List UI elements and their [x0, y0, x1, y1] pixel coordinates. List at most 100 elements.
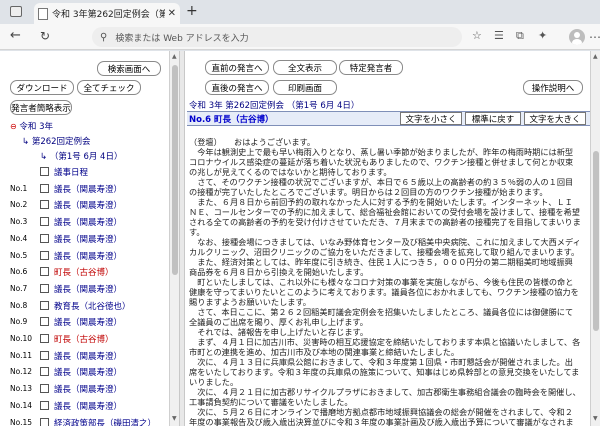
- speech-list-item[interactable]: No.11 議長（関晨寿澄）: [0, 349, 169, 365]
- extensions-icon[interactable]: ✦: [538, 29, 547, 42]
- speech-checkbox[interactable]: [40, 350, 49, 360]
- speech-checkbox[interactable]: [40, 283, 49, 293]
- speaker-simple-button[interactable]: 発言者簡略表示: [10, 100, 72, 115]
- scroll-up-icon[interactable]: ▲: [172, 53, 177, 60]
- scroll-down-icon[interactable]: ▼: [593, 415, 598, 422]
- speech-speaker-link[interactable]: 町長（古谷博）: [54, 266, 114, 278]
- speech-checkbox[interactable]: [40, 250, 49, 260]
- speech-checkbox[interactable]: [40, 200, 49, 210]
- speech-speaker-link[interactable]: 議長（関晨寿澄）: [54, 383, 122, 395]
- speech-list-pane: 検索画面へ ダウンロード 全てチェック 発言者簡略表示 ⊖ 令和 3年 ↳ 第2…: [0, 51, 169, 426]
- speech-speaker-link[interactable]: 議長（関晨寿澄）: [54, 216, 122, 228]
- tree-branch-icon: ↳: [22, 137, 30, 147]
- next-speech-button[interactable]: 直後の発言へ: [205, 80, 269, 95]
- speech-speaker-link[interactable]: 議長（関晨寿澄）: [54, 316, 122, 328]
- speech-checkbox[interactable]: [40, 417, 49, 426]
- scroll-up-icon[interactable]: ▲: [593, 53, 598, 60]
- speech-speaker-link[interactable]: 経済政策部長（磯田清之）: [54, 417, 156, 426]
- collapse-icon[interactable]: ⊖: [10, 122, 17, 131]
- speech-list-item[interactable]: No.9 議長（関晨寿澄）: [0, 315, 169, 331]
- speech-list-item[interactable]: No.4 議長（関晨寿澄）: [0, 232, 169, 248]
- speech-list-item[interactable]: No.15 経済政策部長（磯田清之）: [0, 416, 169, 426]
- tab-close-icon[interactable]: ✕: [168, 8, 176, 19]
- speech-checkbox[interactable]: [40, 183, 49, 193]
- prev-speech-button[interactable]: 直前の発言へ: [205, 60, 269, 75]
- search-icon: ⚲: [100, 31, 108, 43]
- right-scrollbar[interactable]: ▲ ▼: [590, 51, 600, 426]
- speech-list-item[interactable]: No.13 議長（関晨寿澄）: [0, 382, 169, 398]
- speech-list-item[interactable]: No.10 町長（古谷博）: [0, 332, 169, 348]
- speech-list-item[interactable]: No.8 教育長（北谷徳也）: [0, 299, 169, 315]
- page-content: 検索画面へ ダウンロード 全てチェック 発言者簡略表示 ⊖ 令和 3年 ↳ 第2…: [0, 51, 600, 426]
- more-menu-icon[interactable]: ⋯: [589, 30, 600, 44]
- address-placeholder: 検索または Web アドレスを入力: [115, 33, 249, 44]
- speech-checkbox[interactable]: [40, 400, 49, 410]
- window-menu-icon[interactable]: [10, 6, 22, 17]
- profile-avatar[interactable]: [569, 29, 585, 45]
- speech-list-item[interactable]: No.5 議長（関晨寿澄）: [0, 249, 169, 265]
- speech-checkbox[interactable]: [40, 167, 49, 176]
- download-button[interactable]: ダウンロード: [10, 80, 74, 95]
- speech-paragraph: なお、接種会場につきましては、いなみ野体育センター及び稲美中央病院、これに加えま…: [189, 237, 581, 257]
- tree-issue[interactable]: ↳ （第1号 6月 4日）: [40, 150, 122, 162]
- scroll-thumb[interactable]: [593, 151, 599, 331]
- speech-checkbox[interactable]: [40, 300, 49, 310]
- speech-speaker-link[interactable]: 議長（関晨寿澄）: [54, 199, 122, 211]
- speech-checkbox[interactable]: [40, 367, 49, 377]
- help-button[interactable]: 操作説明へ: [523, 80, 583, 95]
- address-bar[interactable]: ⚲ 検索または Web アドレスを入力: [92, 27, 462, 47]
- speech-paragraph: （登壇） おはようございます。: [189, 137, 316, 147]
- full-text-button[interactable]: 全文表示: [273, 60, 337, 75]
- font-standard-button[interactable]: 標準に戻す: [465, 112, 521, 125]
- scroll-thumb[interactable]: [172, 65, 178, 275]
- speech-speaker-link[interactable]: 議長（関晨寿澄）: [54, 233, 122, 245]
- speech-list-item[interactable]: No.6 町長（古谷博）: [0, 265, 169, 281]
- tree-session-label: 第262回定例会: [31, 137, 91, 147]
- speech-list-item[interactable]: 議事日程: [0, 165, 169, 181]
- speech-paragraph: さて、本日ここに、第２６２回稲美町議会定例会を招集いたしましたところ、議員各位に…: [189, 307, 574, 327]
- speech-speaker-link[interactable]: 議長（関晨寿澄）: [54, 350, 122, 362]
- back-arrow-icon[interactable]: ←: [10, 28, 21, 43]
- speech-checkbox[interactable]: [40, 233, 49, 243]
- collections-icon[interactable]: ⧉: [516, 29, 524, 43]
- speech-text: （登壇） おはようございます。 今年は観測史上で最も早い梅雨入りとなり、蒸し暑い…: [189, 137, 581, 426]
- favorites-list-icon[interactable]: ☰: [494, 29, 504, 42]
- speech-speaker-link[interactable]: 議長（関晨寿澄）: [54, 400, 122, 412]
- speech-list-item[interactable]: No.12 議長（関晨寿澄）: [0, 365, 169, 381]
- speech-speaker-link[interactable]: 議長（関晨寿澄）: [54, 283, 122, 295]
- speech-checkbox[interactable]: [40, 267, 49, 277]
- tree-era-label: 令和 3年: [19, 122, 54, 132]
- speech-list-item[interactable]: No.3 議長（関晨寿澄）: [0, 215, 169, 231]
- speech-speaker-link[interactable]: 議長（関晨寿澄）: [54, 250, 122, 262]
- check-all-button[interactable]: 全てチェック: [77, 80, 141, 95]
- speech-list-item[interactable]: No.14 議長（関晨寿澄）: [0, 399, 169, 415]
- speech-paragraph: 次に、４月２１日に加古郡リサイクルプラザにおきまして、加古郡衛生事務組合議会の臨…: [189, 387, 581, 407]
- speech-checkbox[interactable]: [40, 317, 49, 327]
- speech-checkbox[interactable]: [40, 217, 49, 227]
- speech-speaker-link[interactable]: 議長（関晨寿澄）: [54, 366, 122, 378]
- left-scrollbar[interactable]: ▲ ▼: [169, 51, 179, 426]
- font-smaller-button[interactable]: 文字を小さく: [400, 112, 462, 125]
- speech-checkbox[interactable]: [40, 334, 49, 343]
- search-screen-button[interactable]: 検索画面へ: [97, 61, 161, 76]
- speech-checkbox[interactable]: [40, 384, 49, 394]
- speech-list-item[interactable]: No.2 議長（関晨寿澄）: [0, 198, 169, 214]
- speech-speaker-link[interactable]: 議長（関晨寿澄）: [54, 183, 122, 195]
- speech-speaker-link[interactable]: 町長（古谷博）: [54, 333, 114, 345]
- favorite-icon[interactable]: ☆: [472, 29, 482, 42]
- tree-session[interactable]: ↳ 第262回定例会: [22, 135, 91, 147]
- specific-speaker-button[interactable]: 特定発言者: [339, 60, 403, 75]
- scroll-down-icon[interactable]: ▼: [172, 415, 177, 422]
- browser-tab[interactable]: 令和 3年第262回定例会（第1号 ✕: [34, 3, 180, 24]
- speech-number: No.8: [10, 300, 28, 310]
- font-larger-button[interactable]: 文字を大きく: [524, 112, 586, 125]
- print-screen-button[interactable]: 印刷画面: [273, 80, 337, 95]
- speech-list-item[interactable]: No.1 議長（関晨寿澄）: [0, 182, 169, 198]
- speech-speaker-link[interactable]: 議事日程: [54, 166, 88, 178]
- tree-era[interactable]: ⊖ 令和 3年: [10, 120, 53, 132]
- speech-list-item[interactable]: No.7 議長（関晨寿澄）: [0, 282, 169, 298]
- speech-speaker-link[interactable]: 教育長（北谷徳也）: [54, 300, 131, 312]
- reload-icon[interactable]: ↻: [40, 29, 50, 43]
- new-tab-icon[interactable]: +: [186, 3, 198, 19]
- speech-number: No.3: [10, 217, 28, 227]
